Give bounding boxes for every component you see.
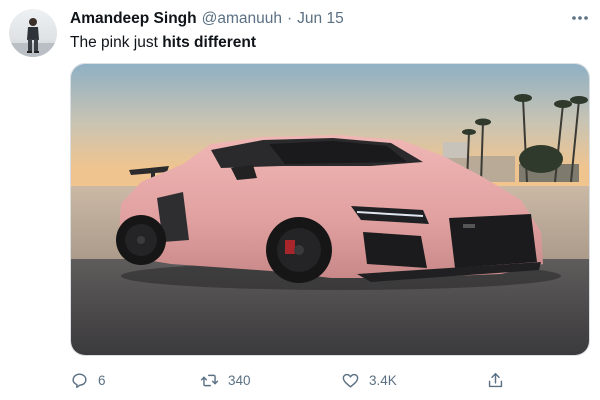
retweet-icon: [200, 374, 219, 386]
tweet-text-bold: hits different: [162, 34, 257, 51]
tweet-header: Amandeep Singh @amanuuh · Jun 15: [70, 10, 344, 30]
tweet-media-photo[interactable]: [70, 63, 590, 356]
car-photo: [71, 64, 589, 355]
share-button[interactable]: [486, 368, 505, 392]
timestamp[interactable]: Jun 15: [297, 10, 344, 28]
more-button[interactable]: [566, 8, 594, 28]
more-horizontal-icon: [572, 16, 588, 20]
like-button[interactable]: 3.4K: [341, 368, 397, 392]
reply-button[interactable]: 6: [70, 368, 106, 392]
tweet-text: The pink just hits different: [70, 33, 256, 53]
retweet-button[interactable]: 340: [200, 368, 251, 392]
heart-icon: [342, 373, 359, 388]
tweet-text-plain: The pink just: [70, 34, 163, 51]
author-handle[interactable]: @amanuuh: [202, 10, 282, 28]
tweet-actions: 6 340 3.4K: [70, 368, 510, 392]
like-count: 3.4K: [369, 372, 397, 388]
avatar[interactable]: [9, 9, 57, 57]
share-icon: [488, 372, 503, 387]
separator-dot: ·: [286, 10, 293, 27]
reply-count: 6: [98, 372, 106, 388]
tweet-card[interactable]: Amandeep Singh @amanuuh · Jun 15 The pin…: [0, 0, 600, 400]
author-name[interactable]: Amandeep Singh: [70, 10, 197, 28]
reply-icon: [72, 372, 87, 388]
retweet-count: 340: [228, 372, 251, 388]
avatar-image: [9, 18, 57, 57]
